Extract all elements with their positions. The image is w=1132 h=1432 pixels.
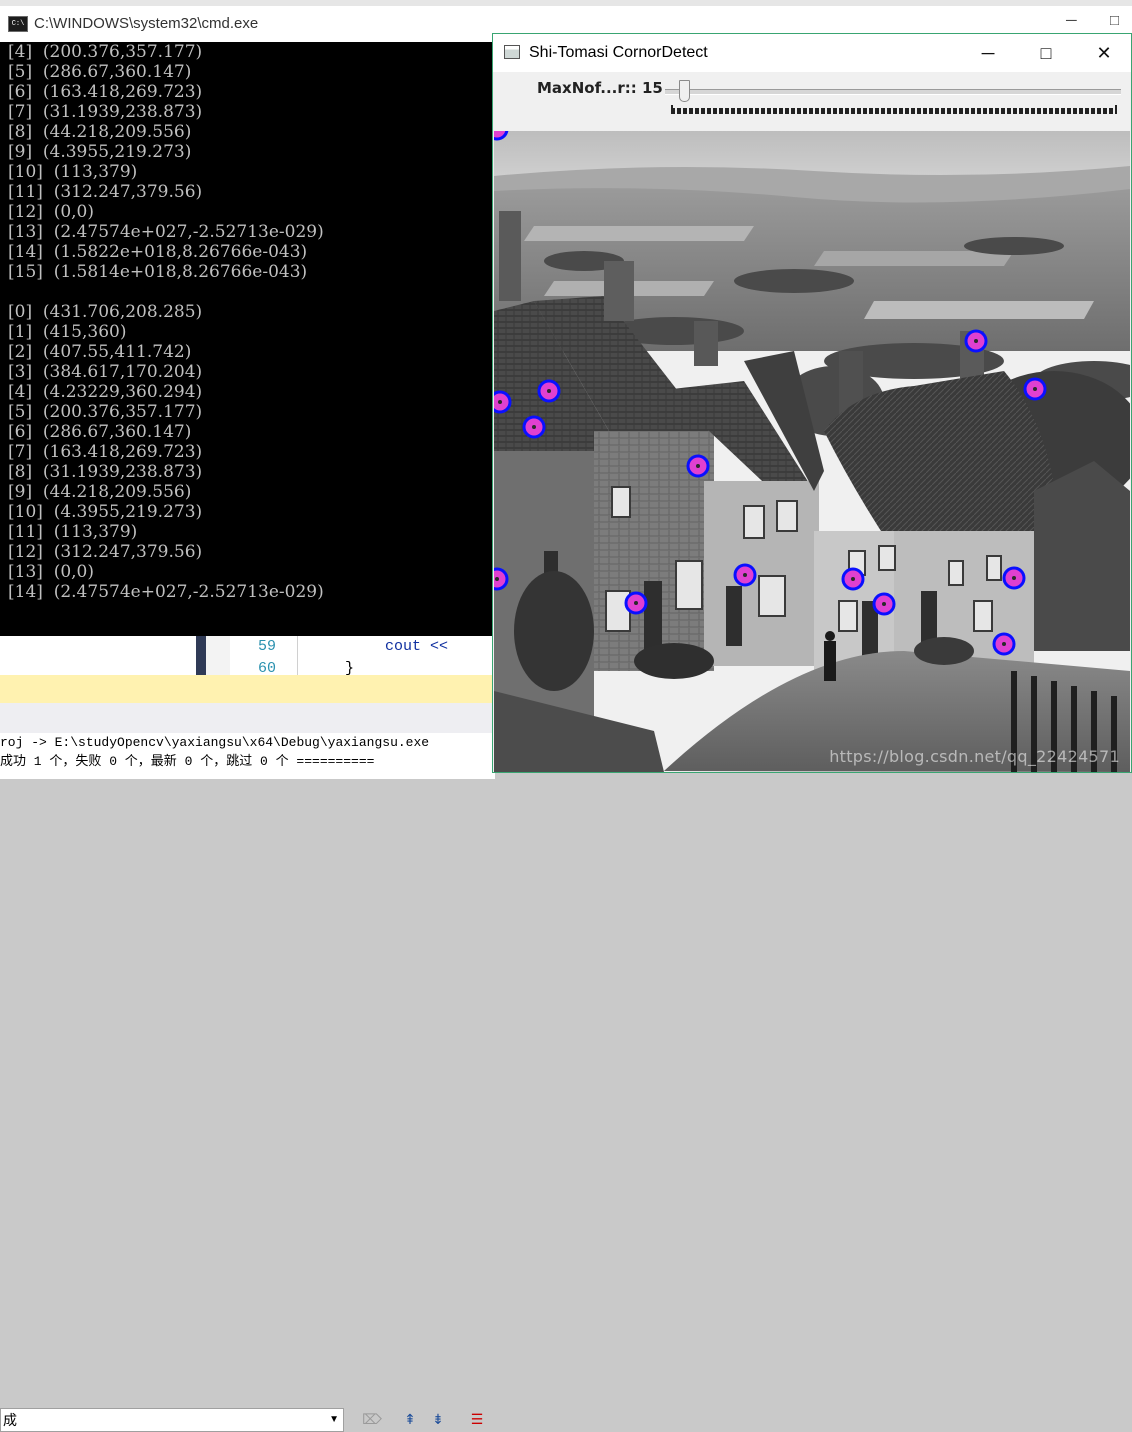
editor-margin — [196, 636, 206, 676]
trackbar-track[interactable] — [665, 89, 1121, 95]
village-photo — [494, 131, 1130, 772]
console-line: [10] (4.3955,219.273) — [8, 502, 203, 522]
console-line: [14] (2.47574e+027,-2.52713e-029) — [8, 582, 324, 602]
trackbar-label: MaxNof...r:: 15 — [537, 79, 663, 97]
output-source-value: 成 — [3, 1412, 17, 1428]
next-message-icon[interactable]: ⇟ — [428, 1409, 448, 1429]
console-output: [4] (200.376,357.177) [5] (286.67,360.147… — [0, 42, 495, 636]
corner-marker-center — [1033, 387, 1037, 391]
corner-marker-center — [532, 425, 536, 429]
console-line: [6] (286.67,360.147) — [8, 422, 192, 442]
image-window-title: Shi-Tomasi CornorDetect — [529, 44, 708, 61]
output-toolbar: 成 ▼ ⌦ ⇞ ⇟ ☰ — [0, 703, 495, 1432]
chevron-down-icon: ▼ — [329, 1414, 339, 1425]
maximize-button[interactable]: □ — [1017, 34, 1075, 72]
console-title: C:\WINDOWS\system32\cmd.exe — [34, 15, 259, 32]
corner-marker-center — [974, 339, 978, 343]
console-line: [9] (44.218,209.556) — [8, 482, 192, 502]
console-line: [11] (312.247,379.56) — [8, 182, 203, 202]
clear-all-icon[interactable]: ☰ — [467, 1409, 487, 1429]
output-line: 成功 1 个，失败 0 个，最新 0 个，跳过 0 个 ========== — [0, 754, 375, 769]
clear-output-icon[interactable]: ⌦ — [362, 1409, 382, 1429]
console-line: [8] (31.1939,238.873) — [8, 462, 203, 482]
console-icon: C:\ — [8, 16, 28, 32]
output-line: roj -> E:\studyOpencv\yaxiangsu\x64\Debu… — [0, 735, 430, 750]
console-line: [8] (44.218,209.556) — [8, 122, 192, 142]
console-line: [15] (1.5814e+018,8.26766e-043) — [8, 262, 308, 282]
console-line: [5] (200.376,357.177) — [8, 402, 203, 422]
console-line: [10] (113,379) — [8, 162, 138, 182]
console-line: [6] (163.418,269.723) — [8, 82, 203, 102]
corner-marker-center — [495, 577, 499, 581]
corner-marker-center — [1002, 642, 1006, 646]
minimize-button[interactable]: ─ — [959, 34, 1017, 72]
corner-marker-center — [498, 400, 502, 404]
console-line: [4] (200.376,357.177) — [8, 42, 203, 62]
editor-gutter — [206, 636, 230, 676]
code-line[interactable]: cout << — [385, 638, 448, 655]
app-icon — [504, 45, 520, 59]
console-line: [11] (113,379) — [8, 522, 138, 542]
prev-message-icon[interactable]: ⇞ — [400, 1409, 420, 1429]
console-line: [7] (31.1939,238.873) — [8, 102, 203, 122]
console-line: [4] (4.23229,360.294) — [8, 382, 203, 402]
console-line: [14] (1.5822e+018,8.26766e-043) — [8, 242, 308, 262]
console-line: [12] (312.247,379.56) — [8, 542, 203, 562]
console-line: [13] (2.47574e+027,-2.52713e-029) — [8, 222, 324, 242]
watermark: https://blog.csdn.net/qq_22424571 — [829, 747, 1120, 766]
console-line: [13] (0,0) — [8, 562, 95, 582]
corner-marker-center — [851, 577, 855, 581]
console-line: [2] (407.55,411.742) — [8, 342, 192, 362]
editor-separator — [297, 636, 298, 676]
output-source-select[interactable]: 成 ▼ — [0, 1408, 344, 1432]
trackbar-ticks — [671, 105, 1117, 114]
console-line: [7] (163.418,269.723) — [8, 442, 203, 462]
close-button[interactable]: ✕ — [1075, 34, 1132, 72]
image-window[interactable]: Shi-Tomasi CornorDetect ─ □ ✕ MaxNof...r… — [492, 33, 1132, 773]
corner-marker-center — [743, 573, 747, 577]
console-line: [5] (286.67,360.147) — [8, 62, 192, 82]
minimize-icon[interactable]: ─ — [1066, 12, 1077, 29]
close-icon: ✕ — [1096, 42, 1112, 63]
minimize-icon: ─ — [981, 42, 995, 63]
maximize-icon: □ — [1040, 42, 1052, 63]
detection-image: https://blog.csdn.net/qq_22424571 — [494, 131, 1130, 772]
console-line: [9] (4.3955,219.273) — [8, 142, 192, 162]
trackbar-panel: MaxNof...r:: 15 — [493, 72, 1131, 130]
console-line: [1] (415,360) — [8, 322, 127, 342]
console-line: [0] (431.706,208.285) — [8, 302, 203, 322]
code-editor[interactable]: 59 60 cout << } — [0, 635, 495, 677]
corner-marker-center — [634, 601, 638, 605]
image-window-titlebar[interactable]: Shi-Tomasi CornorDetect ─ □ ✕ — [493, 34, 1131, 72]
console-line: [12] (0,0) — [8, 202, 95, 222]
corner-marker-center — [1012, 576, 1016, 580]
output-panel: roj -> E:\studyOpencv\yaxiangsu\x64\Debu… — [0, 733, 495, 779]
trackbar-thumb[interactable] — [678, 80, 690, 102]
corner-marker-center — [547, 389, 551, 393]
info-bar — [0, 675, 495, 704]
maximize-icon[interactable]: □ — [1110, 12, 1119, 29]
corner-marker-center — [696, 464, 700, 468]
line-number: 59 — [258, 638, 277, 655]
console-line: [3] (384.617,170.204) — [8, 362, 203, 382]
corner-marker-center — [882, 602, 886, 606]
